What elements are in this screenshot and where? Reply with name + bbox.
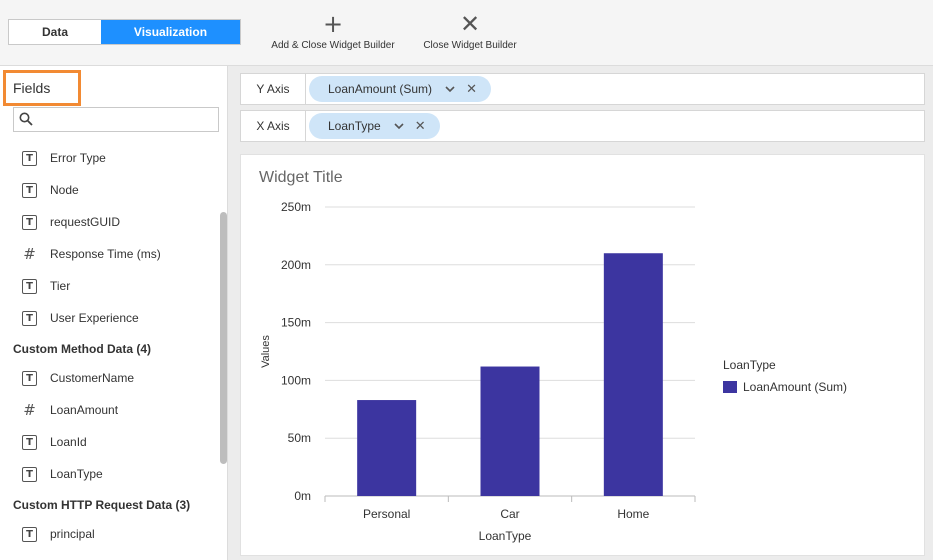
field-label: Tier	[50, 279, 71, 293]
bar	[603, 253, 663, 496]
field-label: Node	[50, 183, 79, 197]
number-type-icon: #	[23, 401, 36, 419]
text-type-icon: T	[22, 526, 37, 542]
close-widget-builder-button[interactable]: ✕ Close Widget Builder	[418, 12, 522, 51]
close-icon: ✕	[459, 10, 481, 38]
text-type-icon: T	[22, 434, 37, 450]
y-tick-label: 0m	[294, 489, 311, 503]
fields-title: Fields	[3, 70, 81, 106]
x-axis-label: X Axis	[241, 111, 306, 141]
group-header-custom-http[interactable]: Custom HTTP Request Data (3)	[13, 498, 190, 512]
legend-item[interactable]: LoanAmount (Sum)	[723, 380, 847, 394]
chevron-down-icon[interactable]	[393, 120, 405, 132]
field-label: requestGUID	[50, 215, 121, 229]
y-axis-row: Y Axis LoanAmount (Sum) ✕	[240, 73, 925, 105]
y-tick-label: 200m	[281, 258, 311, 272]
x-axis-row: X Axis LoanType ✕	[240, 110, 925, 142]
search-input[interactable]	[40, 110, 215, 129]
remove-chip-icon[interactable]: ✕	[466, 82, 477, 97]
y-axis-label: Y Axis	[241, 74, 306, 104]
bar	[357, 400, 417, 496]
field-label: Response Time (ms)	[50, 247, 161, 261]
field-item[interactable]: # Response Time (ms)	[22, 243, 161, 265]
tab-visualization[interactable]: Visualization	[101, 20, 240, 44]
view-toggle: Data Visualization	[8, 19, 241, 45]
fields-scrollbar[interactable]	[220, 212, 227, 464]
chip-label: LoanAmount (Sum)	[328, 82, 433, 96]
field-item[interactable]: T CustomerName	[22, 367, 134, 389]
search-icon	[19, 112, 33, 126]
field-item[interactable]: T principal	[22, 523, 95, 545]
x-tick-label: Personal	[363, 507, 410, 521]
field-label: User Experience	[50, 311, 139, 325]
x-tick-label: Car	[500, 507, 519, 521]
text-type-icon: T	[22, 466, 37, 482]
fields-panel: Fields T Error Type T Node T requestGUID…	[0, 66, 228, 560]
y-tick-label: 50m	[288, 431, 311, 445]
chevron-down-icon[interactable]	[444, 83, 456, 95]
legend-title: LoanType	[723, 358, 776, 372]
close-label: Close Widget Builder	[423, 40, 517, 51]
add-close-widget-builder-button[interactable]: + Add & Close Widget Builder	[268, 12, 398, 51]
bar-chart: 0m 50m 100m 150m 200m 250m Personal Car Home Loan…	[260, 200, 696, 543]
text-type-icon: T	[22, 150, 37, 166]
field-label: CustomerName	[50, 371, 135, 385]
x-axis-title: LoanType	[479, 529, 532, 543]
x-tick-label: Home	[617, 507, 649, 521]
legend-label: LoanAmount (Sum)	[743, 380, 848, 394]
field-item[interactable]: # LoanAmount	[22, 399, 118, 421]
text-type-icon: T	[22, 182, 37, 198]
field-item[interactable]: T Node	[22, 179, 79, 201]
remove-chip-icon[interactable]: ✕	[415, 119, 426, 134]
text-type-icon: T	[22, 370, 37, 386]
field-item[interactable]: T LoanId	[22, 431, 87, 453]
x-axis-chip[interactable]: LoanType ✕	[309, 113, 440, 139]
field-label: LoanAmount	[50, 403, 119, 417]
bar	[480, 366, 540, 496]
field-label: LoanType	[50, 467, 103, 481]
group-header-custom-method[interactable]: Custom Method Data (4)	[13, 342, 151, 356]
plus-icon: +	[322, 10, 344, 38]
field-label: Error Type	[50, 151, 106, 165]
text-type-icon: T	[22, 278, 37, 294]
field-item[interactable]: T LoanType	[22, 463, 103, 485]
top-toolbar: Data Visualization + Add & Close Widget …	[0, 0, 933, 66]
y-tick-label: 250m	[281, 200, 311, 214]
field-item[interactable]: T User Experience	[22, 307, 139, 329]
add-close-label: Add & Close Widget Builder	[271, 40, 395, 51]
tab-data[interactable]: Data	[9, 20, 101, 44]
field-item[interactable]: T Error Type	[22, 147, 106, 169]
y-axis-title: Values	[260, 335, 272, 368]
field-label: LoanId	[50, 435, 87, 449]
number-type-icon: #	[23, 245, 36, 263]
field-label: principal	[50, 527, 95, 541]
widget-card: Widget Title 0m 50m 100m 150m 200m 250m Person…	[240, 154, 925, 556]
chip-label: LoanType	[328, 119, 381, 133]
field-search[interactable]	[13, 107, 219, 132]
y-tick-label: 100m	[281, 373, 311, 387]
field-item[interactable]: T requestGUID	[22, 211, 120, 233]
y-axis-chip[interactable]: LoanAmount (Sum) ✕	[309, 76, 491, 102]
field-item[interactable]: T Tier	[22, 275, 70, 297]
legend-swatch	[723, 381, 737, 393]
text-type-icon: T	[22, 214, 37, 230]
text-type-icon: T	[22, 310, 37, 326]
y-tick-label: 150m	[281, 316, 311, 330]
